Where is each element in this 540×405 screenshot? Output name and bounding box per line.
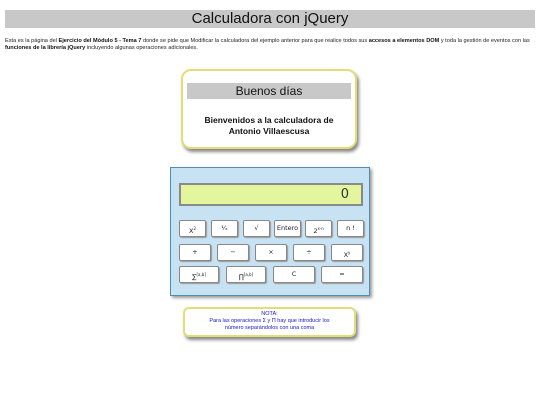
calculator: 0 X2 ¹⁄ₓ √ Entero 2x·n n ! + − × ÷ Xy ∑[… <box>170 167 370 296</box>
product-button[interactable]: ∏[a,b] <box>226 266 266 283</box>
intro-text-2: donde se pide que Modificar la calculado… <box>141 38 369 44</box>
greeting-line-1: Bienvenidos a la calculadora de <box>204 115 334 125</box>
greeting-message: Bienvenidos a la calculadora de Antonio … <box>187 115 351 137</box>
clear-button[interactable]: C <box>273 266 315 283</box>
greeting-box: Buenos días Bienvenidos a la calculadora… <box>181 69 357 149</box>
summation-button[interactable]: ∑[a,b] <box>179 266 219 283</box>
equals-button[interactable]: = <box>321 266 363 283</box>
calculator-display: 0 <box>179 183 363 206</box>
power-of-two-button[interactable]: 2x·n <box>305 220 332 237</box>
intro-bold-3: funciones de la librería jQuery <box>5 45 86 51</box>
multiply-button[interactable]: × <box>255 244 287 261</box>
square-button[interactable]: X2 <box>179 220 206 237</box>
sqrt-button[interactable]: √ <box>243 220 270 237</box>
add-button[interactable]: + <box>179 244 211 261</box>
greeting-line-2: Antonio Villaescusa <box>228 126 310 136</box>
integer-button[interactable]: Entero <box>274 220 301 237</box>
intro-text-4: incluyendo algunas operaciones adicional… <box>85 45 198 51</box>
page-title: Calculadora con jQuery <box>5 10 535 28</box>
divide-button[interactable]: ÷ <box>293 244 325 261</box>
intro-text-1: Esta es la página del <box>5 38 59 44</box>
note-box: NOTA: Para las operaciones Σ y Π hay que… <box>183 307 356 337</box>
power-button[interactable]: Xy <box>331 244 363 261</box>
reciprocal-button[interactable]: ¹⁄ₓ <box>211 220 238 237</box>
greeting-title: Buenos días <box>187 83 351 99</box>
factorial-button[interactable]: n ! <box>337 220 364 237</box>
note-line-2: Para las operaciones Σ y Π hay que intro… <box>209 318 330 324</box>
intro-bold-1: Ejercicio del Módulo 5 - Tema 7 <box>58 38 142 44</box>
note-heading: NOTA: <box>261 311 278 317</box>
intro-paragraph: Esta es la página del Ejercicio del Módu… <box>5 38 535 52</box>
note-line-3: número separándolos con una coma <box>224 325 315 331</box>
intro-text-3: y toda la gestión de eventos con las <box>439 38 530 44</box>
subtract-button[interactable]: − <box>217 244 249 261</box>
intro-bold-2: accesos a elementos DOM <box>368 38 440 44</box>
